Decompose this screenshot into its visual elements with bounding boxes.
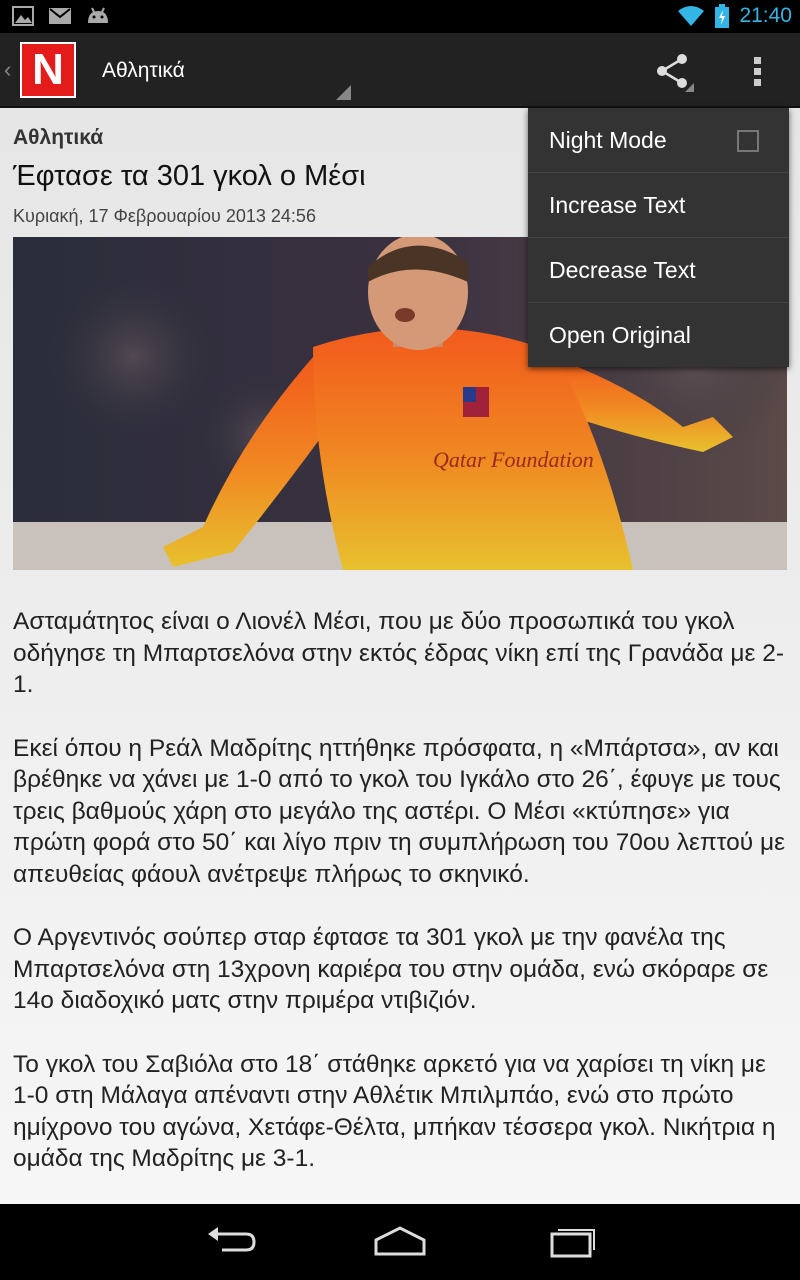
wifi-icon xyxy=(678,6,705,26)
app-logo-letter: N xyxy=(32,45,64,94)
share-dropdown-indicator-icon xyxy=(685,83,694,92)
article-category: Αθλητικά xyxy=(13,126,104,149)
action-bar: ‹ N Αθλητικά xyxy=(0,33,800,108)
article-title: Έφτασε τα 301 γκολ ο Μέσι xyxy=(13,160,366,192)
home-icon[interactable] xyxy=(370,1224,430,1260)
spinner-arrow-icon xyxy=(336,85,351,100)
article-body: Ασταμάτητος είναι ο Λιονέλ Μέσι, που με … xyxy=(13,606,793,1204)
gallery-icon xyxy=(12,6,34,26)
menu-item-open-original[interactable]: Open Original xyxy=(528,303,789,368)
article-paragraph: Το γκολ του Σαβιόλα στο 18΄ στάθηκε αρκε… xyxy=(13,1050,776,1173)
menu-item-label: Decrease Text xyxy=(549,257,696,283)
gmail-icon xyxy=(49,8,71,24)
article-paragraph: Ο Αργεντινός σούπερ σταρ έφτασε τα 301 γ… xyxy=(13,924,769,1014)
section-spinner[interactable]: Αθλητικά xyxy=(102,59,185,83)
status-bar: 21:40 xyxy=(0,0,800,33)
menu-item-label: Open Original xyxy=(549,322,691,348)
jersey-sponsor-text: Qatar Foundation xyxy=(433,447,594,472)
menu-item-night-mode[interactable]: Night Mode xyxy=(528,108,789,173)
menu-item-increase-text[interactable]: Increase Text xyxy=(528,173,789,238)
back-icon[interactable] xyxy=(200,1224,260,1260)
up-caret-icon[interactable]: ‹ xyxy=(4,57,11,83)
menu-item-label: Increase Text xyxy=(549,192,686,218)
overflow-menu-icon[interactable] xyxy=(748,51,768,91)
menu-item-label: Night Mode xyxy=(549,127,667,153)
menu-item-decrease-text[interactable]: Decrease Text xyxy=(528,238,789,303)
clock: 21:40 xyxy=(739,4,792,27)
article-date: Κυριακή, 17 Φεβρουαρίου 2013 24:56 xyxy=(13,206,316,226)
night-mode-checkbox[interactable] xyxy=(737,130,759,152)
article-paragraph: Ασταμάτητος είναι ο Λιονέλ Μέσι, που με … xyxy=(13,608,785,698)
battery-icon xyxy=(715,4,730,28)
overflow-menu: Night Mode Increase Text Decrease Text O… xyxy=(528,108,789,367)
article-paragraph: Εκεί όπου η Ρεάλ Μαδρίτης ηττήθηκε πρόσφ… xyxy=(13,734,786,888)
navigation-bar xyxy=(0,1204,800,1280)
android-icon xyxy=(88,7,108,23)
recent-apps-icon[interactable] xyxy=(540,1224,600,1260)
app-logo[interactable]: N xyxy=(20,42,76,98)
